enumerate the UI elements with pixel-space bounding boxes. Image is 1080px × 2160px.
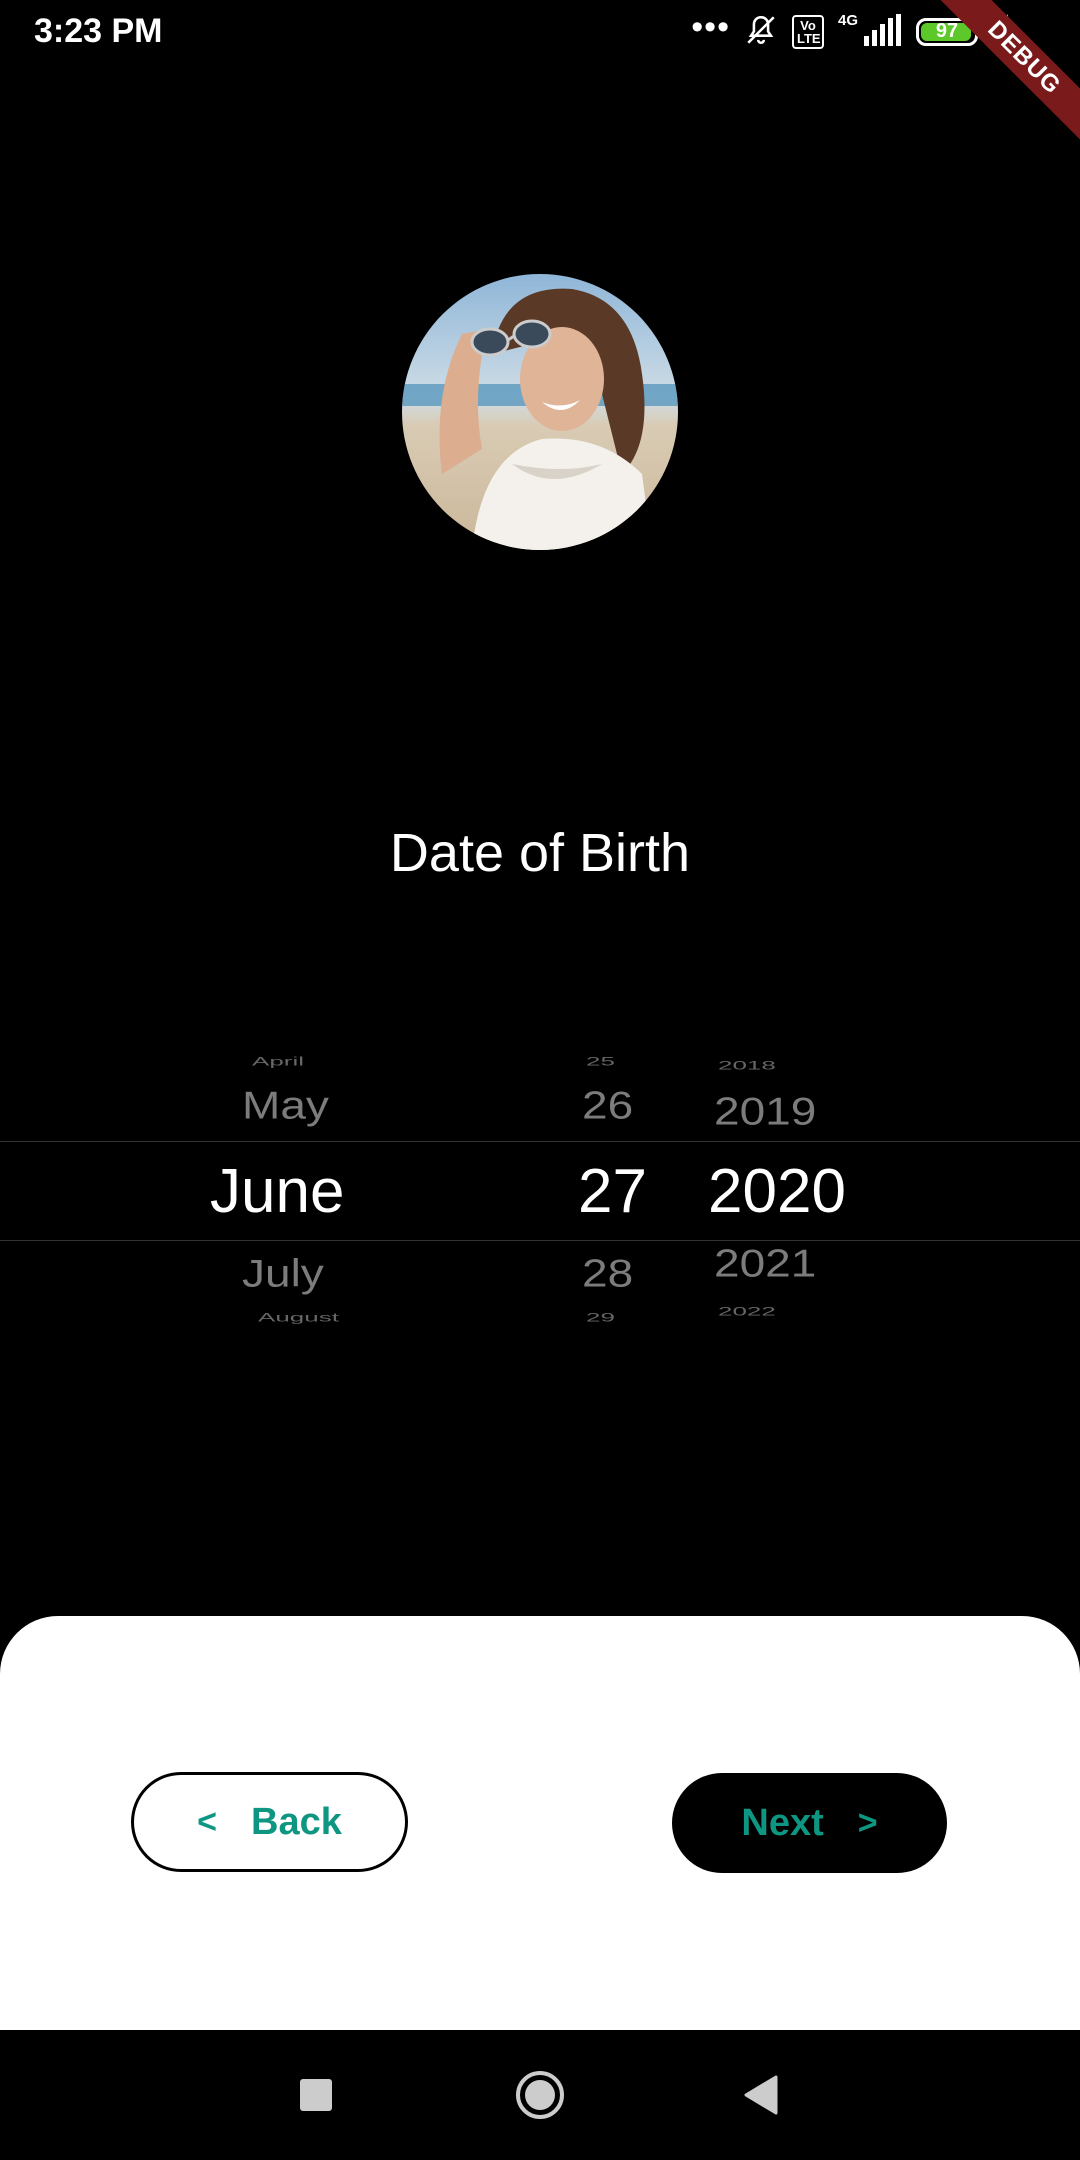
navigation-bar: [0, 2030, 1080, 2160]
network-type: 4G: [837, 11, 858, 29]
picker-selection-bottom-line: [0, 1240, 1080, 1241]
status-time: 3:23 PM: [34, 12, 163, 50]
home-button[interactable]: [505, 2060, 575, 2130]
month-option[interactable]: August: [258, 1311, 339, 1325]
back-nav-button[interactable]: [726, 2060, 796, 2130]
mute-icon: [744, 13, 778, 52]
year-selected[interactable]: 2020: [708, 1156, 846, 1227]
chevron-right-icon: >: [857, 1803, 878, 1842]
back-triangle-icon: [744, 2075, 778, 2115]
chevron-left-icon: <: [197, 1802, 217, 1841]
page-title: Date of Birth: [389, 823, 691, 883]
year-option[interactable]: 2021: [714, 1240, 816, 1286]
date-picker[interactable]: April May June July August 25 26 27 28 2…: [0, 1040, 1080, 1330]
year-option[interactable]: 2018: [718, 1059, 776, 1073]
next-button-label: Next: [741, 1801, 824, 1844]
back-button-label: Back: [251, 1800, 342, 1843]
home-icon: [516, 2071, 564, 2119]
year-option[interactable]: 2022: [718, 1305, 776, 1319]
more-notifications-icon: •••: [691, 8, 730, 46]
status-bar: 3:23 PM ••• Vo LTE 4G 97: [0, 0, 1080, 68]
picker-selection-top-line: [0, 1141, 1080, 1142]
back-button[interactable]: < Back: [131, 1772, 408, 1872]
year-option[interactable]: 2019: [714, 1088, 816, 1134]
debug-banner: DEBUG: [920, 0, 1080, 160]
day-option[interactable]: 25: [586, 1055, 615, 1069]
day-option[interactable]: 26: [582, 1082, 633, 1128]
day-option[interactable]: 29: [586, 1311, 615, 1325]
debug-banner-label: DEBUG: [926, 0, 1080, 156]
bottom-sheet: < Back Next >: [0, 1616, 1080, 2030]
day-option[interactable]: 28: [582, 1250, 633, 1296]
signal-icon: [862, 13, 902, 51]
recents-icon: [300, 2079, 332, 2111]
next-button[interactable]: Next >: [672, 1773, 947, 1873]
day-selected[interactable]: 27: [578, 1156, 647, 1227]
month-selected[interactable]: June: [210, 1156, 344, 1227]
volte-icon: Vo LTE: [791, 15, 824, 49]
month-option[interactable]: May: [242, 1082, 329, 1128]
month-option[interactable]: July: [242, 1250, 324, 1296]
month-option[interactable]: April: [252, 1055, 304, 1069]
avatar: [402, 274, 678, 550]
recents-button[interactable]: [281, 2060, 351, 2130]
